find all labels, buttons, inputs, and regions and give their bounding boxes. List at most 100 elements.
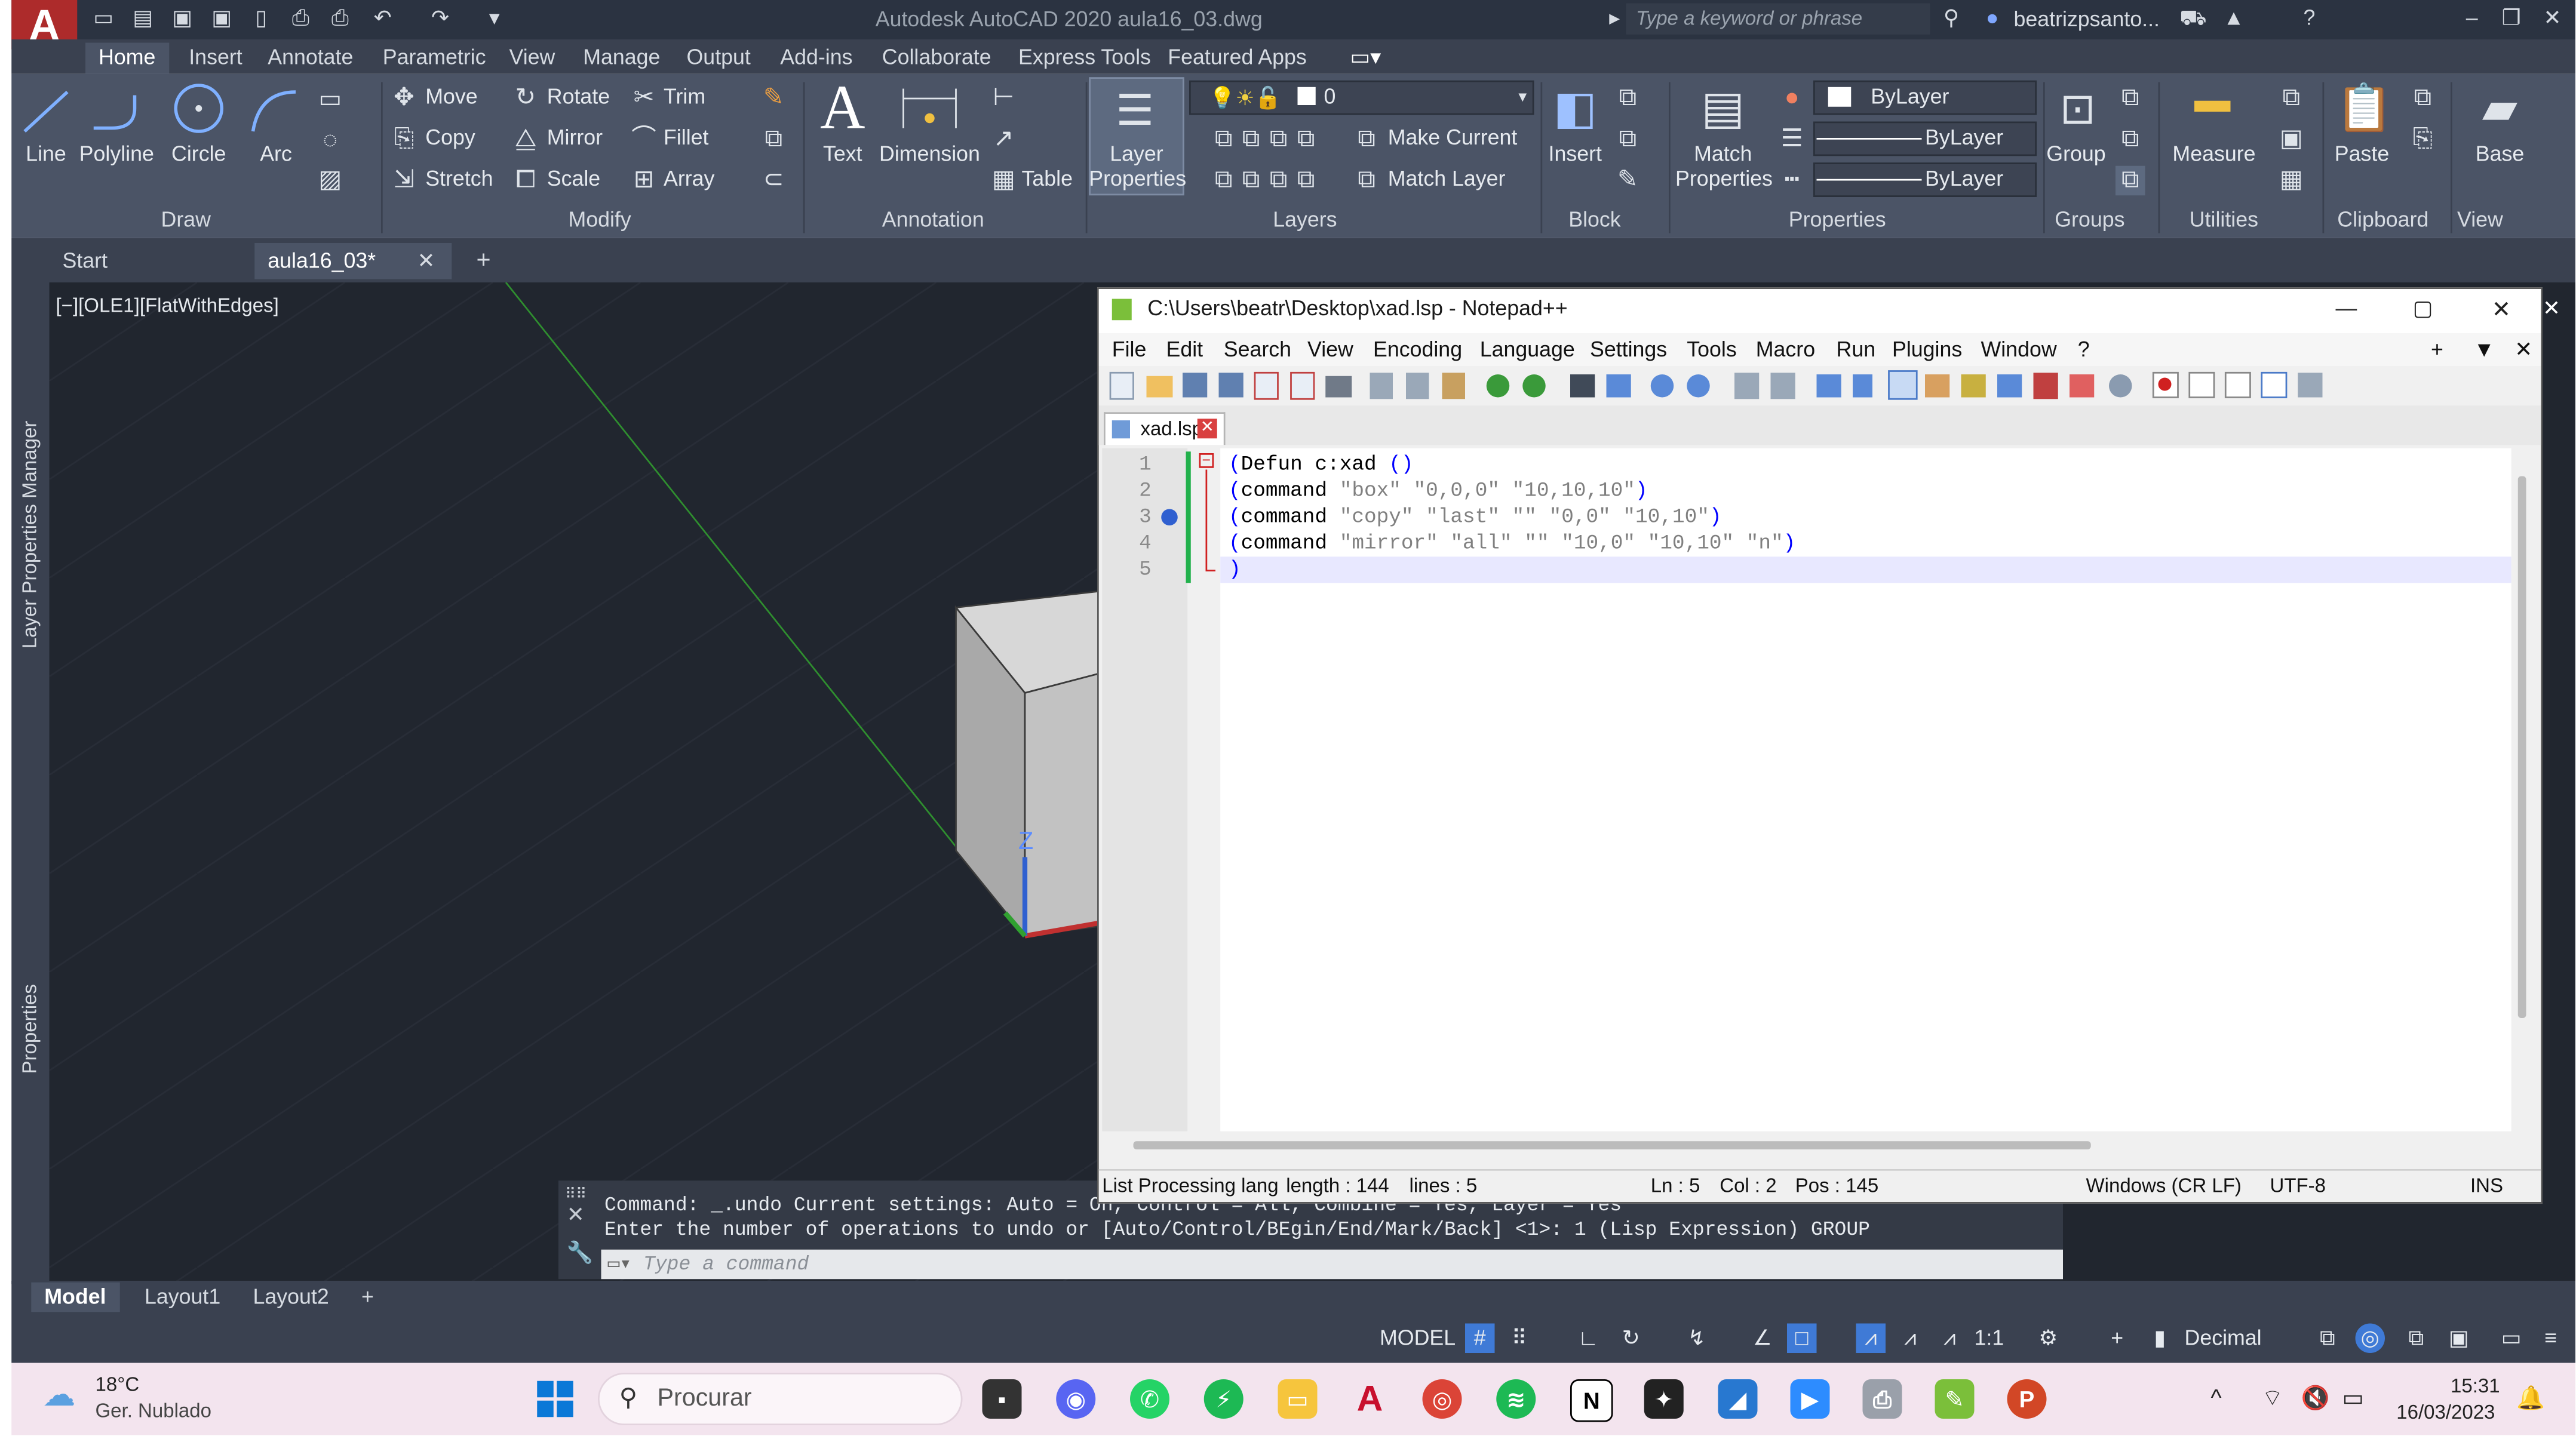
recent-commands-icon[interactable]: ▭▾ <box>601 1253 632 1276</box>
group-selection-icon[interactable]: ⧉ <box>2116 165 2145 196</box>
base-button[interactable]: Base <box>2464 142 2536 166</box>
notion-icon[interactable]: N <box>1570 1379 1613 1422</box>
notepad-minimize-icon[interactable]: — <box>2336 296 2357 320</box>
utilities-panel-title[interactable]: Utilities <box>2190 207 2258 232</box>
lineweight-display-icon[interactable]: ∠ <box>1748 1324 1777 1354</box>
layer-properties-manager-tab[interactable]: Layer Properties Manager <box>18 421 41 649</box>
arc-icon[interactable] <box>247 85 303 138</box>
insert-block-icon[interactable]: ◧ <box>1548 79 1604 138</box>
line-icon[interactable] <box>20 85 72 138</box>
dimension-icon[interactable] <box>897 82 963 139</box>
menu-help[interactable]: ? <box>2078 337 2090 363</box>
workspace-icon[interactable]: ▣ <box>2444 1324 2474 1354</box>
tab-output[interactable]: Output <box>683 43 754 74</box>
viewport-controls[interactable]: [−][OLE1][FlatWithEdges] <box>56 294 279 317</box>
move-icon[interactable]: ✥ <box>389 84 419 113</box>
menu-language[interactable]: Language <box>1480 337 1575 363</box>
model-space-toggle[interactable]: MODEL <box>1380 1324 1456 1354</box>
measure-button[interactable]: Measure <box>2168 142 2260 166</box>
help-icon[interactable]: ? <box>2296 5 2323 31</box>
polyline-button[interactable]: Polyline <box>76 142 158 166</box>
annotation-scale-value[interactable]: 1:1 <box>1975 1324 2004 1354</box>
gradient-icon[interactable]: ▨ <box>315 166 345 196</box>
code-line[interactable]: (command "mirror" "all" "" "10,0" "10,10… <box>1229 530 1795 556</box>
groups-panel-title[interactable]: Groups <box>2055 207 2124 232</box>
vertical-scroll-thumb[interactable] <box>2517 476 2526 1018</box>
taskbar-search[interactable]: ⚲ Procurar <box>598 1373 963 1425</box>
menu-encoding[interactable]: Encoding <box>1373 337 1462 363</box>
undo-icon[interactable]: ↶ <box>370 5 396 31</box>
match-layer-button[interactable]: Match Layer <box>1388 166 1506 190</box>
autocad-taskbar-icon[interactable]: A <box>1350 1379 1390 1419</box>
modify-panel-title[interactable]: Modify <box>569 207 631 232</box>
explode-icon[interactable]: ⧉ <box>759 125 789 155</box>
close-tab-icon[interactable]: ✕ <box>417 248 435 274</box>
tab-manage[interactable]: Manage <box>580 43 664 74</box>
plus-icon[interactable]: + <box>2102 1324 2132 1354</box>
print-icon[interactable]: ⎙ <box>327 5 353 31</box>
menu-tab-list-icon[interactable]: ▼ <box>2474 337 2495 363</box>
paste-button[interactable]: Paste <box>2329 142 2395 166</box>
menu-search[interactable]: Search <box>1224 337 1291 363</box>
match-properties-label-1[interactable]: Match <box>1675 142 1771 166</box>
new-file-icon[interactable]: ▭ <box>90 5 116 31</box>
rotate-icon[interactable]: ↻ <box>511 84 541 113</box>
cut-copy-icon[interactable]: ⧉ <box>2408 84 2438 113</box>
autodesk-app-icon[interactable]: ▲ <box>2221 5 2247 31</box>
linetype-icon[interactable]: ┅ <box>1777 166 1807 196</box>
plot-icon[interactable]: ⎙ <box>287 5 314 31</box>
grid-icon[interactable]: # <box>1465 1323 1495 1353</box>
osnap-tracking-icon[interactable]: ↯ <box>1682 1324 1712 1354</box>
table-icon[interactable]: ▦ <box>989 166 1019 196</box>
annotation-visibility-icon[interactable]: ⩘ <box>1856 1323 1886 1353</box>
array-button[interactable]: Array <box>664 166 714 190</box>
open-web-icon[interactable]: ▯ <box>248 5 274 31</box>
circle-button[interactable]: Circle <box>164 142 234 166</box>
select-all-icon[interactable]: ▣ <box>2277 125 2307 155</box>
tab-insert[interactable]: Insert <box>186 43 245 74</box>
ungroup-icon[interactable]: ⧉ <box>2116 84 2145 113</box>
tab-home[interactable]: Home <box>85 42 169 74</box>
linear-dim-icon[interactable]: ⊢ <box>989 84 1019 113</box>
notepadpp-taskbar-icon[interactable]: ✎ <box>1935 1379 1975 1419</box>
user-account[interactable]: beatrizpsanto... <box>2014 7 2160 31</box>
table-button[interactable]: Table <box>1022 166 1073 190</box>
group-button[interactable]: Group <box>2043 142 2109 166</box>
notepad-toolbar-icons[interactable] <box>1107 370 2339 402</box>
move-button[interactable]: Move <box>425 84 477 108</box>
menu-edit[interactable]: Edit <box>1166 337 1203 363</box>
create-block-icon[interactable]: ⧉ <box>1613 84 1643 113</box>
menu-tools[interactable]: Tools <box>1687 337 1736 363</box>
menu-window[interactable]: Window <box>1981 337 2057 363</box>
tray-expand-icon[interactable]: ^ <box>2211 1384 2222 1410</box>
binoculars-icon[interactable]: ⚲ <box>1938 5 1964 31</box>
properties-panel-title[interactable]: Properties <box>1789 207 1886 232</box>
hardware-acceleration-icon[interactable]: ◎ <box>2355 1323 2385 1353</box>
close-file-tab-icon[interactable]: ✕ <box>1197 419 1217 439</box>
tab-annotate[interactable]: Annotate <box>265 43 357 74</box>
layers-panel-title[interactable]: Layers <box>1273 207 1337 232</box>
code-line[interactable]: (command "copy" "last" "" "0,0" "10,10") <box>1229 504 1722 530</box>
ortho-icon[interactable]: ∟ <box>1574 1324 1604 1354</box>
weather-desc[interactable]: Ger. Nublado <box>96 1399 211 1422</box>
paste-icon[interactable]: 📋 <box>2336 79 2393 138</box>
offset-icon[interactable]: ⊂ <box>759 166 789 196</box>
scale-button[interactable]: Scale <box>547 166 600 190</box>
layer-tools-row1-icons[interactable]: ⧉⧉⧉⧉ <box>1194 125 1345 155</box>
app-icon-10[interactable]: ◢ <box>1718 1379 1758 1419</box>
copy-button[interactable]: Copy <box>425 125 475 149</box>
array-icon[interactable]: ⊞ <box>629 166 659 196</box>
printer-icon[interactable]: ⎙ <box>1862 1379 1902 1419</box>
fold-margin[interactable] <box>1187 448 1221 1131</box>
tab-express-tools[interactable]: Express Tools <box>1015 43 1155 74</box>
copy-clip-icon[interactable]: ⎘ <box>2408 125 2438 155</box>
color-wheel-icon[interactable]: ● <box>1777 84 1807 113</box>
stretch-icon[interactable]: ⇲ <box>389 166 419 196</box>
layer-tools-row2-icons[interactable]: ⧉⧉⧉⧉ <box>1194 166 1345 196</box>
weather-icon[interactable]: ☁ <box>43 1379 86 1412</box>
discord-icon[interactable]: ◉ <box>1056 1379 1096 1419</box>
trim-icon[interactable]: ✂ <box>629 84 659 113</box>
grip-icon[interactable]: ⠿⠿ <box>565 1186 587 1204</box>
powerpoint-icon[interactable]: P <box>2007 1379 2047 1419</box>
spotify-icon[interactable]: ≋ <box>1496 1379 1536 1419</box>
